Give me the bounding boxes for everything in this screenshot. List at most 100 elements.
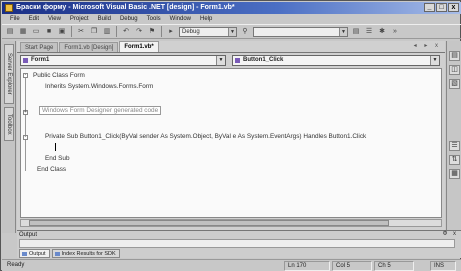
collapse-icon[interactable]: - bbox=[23, 73, 28, 78]
code-line-end-sub: End Sub bbox=[45, 155, 70, 162]
scrollbar-thumb[interactable] bbox=[29, 220, 389, 226]
solution-explorer-icon[interactable]: ▤ bbox=[351, 27, 361, 37]
properties-icon[interactable]: ☰ bbox=[364, 27, 374, 37]
save-icon[interactable]: ■ bbox=[44, 27, 54, 37]
code-nav-bar: Form1 ▼ Button1_Click ▼ bbox=[20, 55, 442, 66]
status-line: Ln 170 bbox=[284, 261, 330, 271]
status-ch: Ch 5 bbox=[374, 261, 414, 271]
tab-form-code[interactable]: Form1.vb* bbox=[119, 41, 159, 52]
toolbar-separator bbox=[161, 26, 162, 37]
solution-config-select[interactable]: Debug ▼ bbox=[179, 26, 237, 37]
method-icon bbox=[235, 58, 240, 63]
menu-file[interactable]: File bbox=[10, 14, 20, 24]
solution-config-value: Debug bbox=[182, 28, 200, 35]
chevron-down-icon: ▼ bbox=[228, 27, 236, 36]
chevron-down-icon: ▼ bbox=[339, 27, 347, 36]
redo-icon[interactable]: ↷ bbox=[134, 27, 144, 37]
status-mode: INS bbox=[430, 261, 456, 271]
solution-explorer-icon[interactable]: ▤ bbox=[449, 51, 460, 61]
output-title: Output bbox=[19, 232, 38, 238]
new-project-icon[interactable]: ▤ bbox=[5, 27, 15, 37]
collapsed-region[interactable]: Windows Form Designer generated code bbox=[39, 106, 162, 115]
chevron-down-icon: ▼ bbox=[430, 56, 439, 65]
code-editor[interactable]: - Public Class Form Inherits System.Wind… bbox=[20, 68, 442, 218]
code-line-end-class: End Class bbox=[37, 166, 67, 173]
add-item-icon[interactable]: ▦ bbox=[18, 27, 28, 37]
vs-window: Браски форму - Microsoft Visual Basic .N… bbox=[0, 0, 461, 271]
output-text-area[interactable] bbox=[19, 239, 455, 248]
toolbar-separator bbox=[71, 26, 72, 37]
find-icon[interactable]: ⚲ bbox=[240, 27, 250, 37]
find-combo[interactable]: ▼ bbox=[253, 26, 348, 37]
class-name-value: Form1 bbox=[31, 57, 50, 63]
start-icon[interactable]: ▸ bbox=[166, 27, 176, 37]
minimize-button[interactable]: _ bbox=[424, 3, 435, 12]
window-controls: _ □ x bbox=[424, 3, 459, 12]
menu-view[interactable]: View bbox=[48, 14, 61, 24]
status-bar: Ready Ln 170 Col 5 Ch 5 INS bbox=[2, 259, 461, 271]
status-ready: Ready bbox=[7, 262, 25, 268]
tab-form-design[interactable]: Form1.vb [Design] bbox=[59, 42, 119, 52]
resource-view-icon[interactable]: ▧ bbox=[449, 79, 460, 89]
code-line-class: Public Class Form bbox=[33, 72, 85, 79]
tab-output[interactable]: Output bbox=[19, 249, 50, 258]
toolbar-options-icon[interactable]: » bbox=[390, 27, 400, 37]
undo-icon[interactable]: ↶ bbox=[121, 27, 131, 37]
output-icon bbox=[22, 252, 27, 256]
tab-index-results[interactable]: Index Results for SDK bbox=[51, 249, 120, 258]
copy-icon[interactable]: ❐ bbox=[89, 27, 99, 37]
menu-help[interactable]: Help bbox=[200, 14, 212, 24]
output-panel-controls[interactable]: Ф x bbox=[443, 231, 458, 237]
horizontal-scrollbar[interactable] bbox=[20, 219, 442, 227]
document-tabs: Start Page Form1.vb [Design] Form1.vb* ◂… bbox=[17, 41, 445, 53]
tab-nav-controls[interactable]: ◂ ▸ x bbox=[414, 42, 441, 49]
method-name-value: Button1_Click bbox=[243, 57, 284, 63]
expand-icon[interactable]: + bbox=[23, 110, 28, 115]
tab-index-results-label: Index Results for SDK bbox=[61, 251, 116, 257]
left-dock: Server Explorer Toolbox bbox=[2, 41, 16, 233]
close-button[interactable]: x bbox=[448, 3, 459, 12]
class-view-icon[interactable]: ◫ bbox=[449, 65, 460, 75]
output-tabs: Output Index Results for SDK bbox=[19, 249, 120, 258]
cut-icon[interactable]: ✂ bbox=[76, 27, 86, 37]
server-explorer-tab[interactable]: Server Explorer bbox=[4, 44, 14, 104]
save-all-icon[interactable]: ▣ bbox=[57, 27, 67, 37]
class-name-select[interactable]: Form1 ▼ bbox=[20, 55, 226, 66]
toolbox-icon[interactable]: ✱ bbox=[377, 27, 387, 37]
tab-output-label: Output bbox=[29, 251, 46, 257]
menu-bar: File Edit View Project Build Debug Tools… bbox=[2, 14, 461, 24]
outline-line bbox=[25, 75, 26, 171]
code-line-sub: Private Sub Button1_Click(ByVal sender A… bbox=[45, 133, 367, 140]
right-dock: ▤ ◫ ▧ ☰ ⇅ ▦ bbox=[446, 41, 461, 233]
title-bar: Браски форму - Microsoft Visual Basic .N… bbox=[2, 2, 461, 14]
menu-build[interactable]: Build bbox=[98, 14, 111, 24]
open-icon[interactable]: ▭ bbox=[31, 27, 41, 37]
document-area: Start Page Form1.vb [Design] Form1.vb* ◂… bbox=[17, 41, 445, 231]
sort-alpha-icon[interactable]: ⇅ bbox=[449, 155, 460, 165]
window-title: Браски форму - Microsoft Visual Basic .N… bbox=[16, 4, 235, 11]
chevron-down-icon: ▼ bbox=[216, 56, 225, 65]
app-icon bbox=[5, 4, 13, 12]
menu-edit[interactable]: Edit bbox=[29, 14, 39, 24]
bookmark-icon[interactable]: ⚑ bbox=[147, 27, 157, 37]
menu-tools[interactable]: Tools bbox=[147, 14, 161, 24]
index-results-icon bbox=[54, 252, 60, 256]
status-col: Col 5 bbox=[332, 261, 372, 271]
method-name-select[interactable]: Button1_Click ▼ bbox=[232, 55, 440, 66]
output-panel: Output Ф x Output Index Results for SDK bbox=[17, 230, 461, 258]
toolbox-tab[interactable]: Toolbox bbox=[4, 107, 14, 141]
tab-start-page[interactable]: Start Page bbox=[20, 42, 59, 52]
toolbar-separator bbox=[116, 26, 117, 37]
standard-toolbar: ▤ ▦ ▭ ■ ▣ ✂ ❐ ▥ ↶ ↷ ⚑ ▸ Debug ▼ ⚲ ▼ ▤ ☰ … bbox=[2, 24, 461, 39]
menu-debug[interactable]: Debug bbox=[120, 14, 138, 24]
text-caret bbox=[55, 143, 56, 151]
class-icon bbox=[23, 58, 28, 63]
collapse-icon[interactable]: - bbox=[23, 135, 28, 140]
code-line-inherits: Inherits System.Windows.Forms.Form bbox=[45, 83, 154, 90]
properties-icon[interactable]: ☰ bbox=[449, 141, 460, 151]
maximize-button[interactable]: □ bbox=[436, 3, 447, 12]
paste-icon[interactable]: ▥ bbox=[102, 27, 112, 37]
sort-category-icon[interactable]: ▦ bbox=[449, 169, 460, 179]
menu-window[interactable]: Window bbox=[170, 14, 191, 24]
menu-project[interactable]: Project bbox=[70, 14, 89, 24]
